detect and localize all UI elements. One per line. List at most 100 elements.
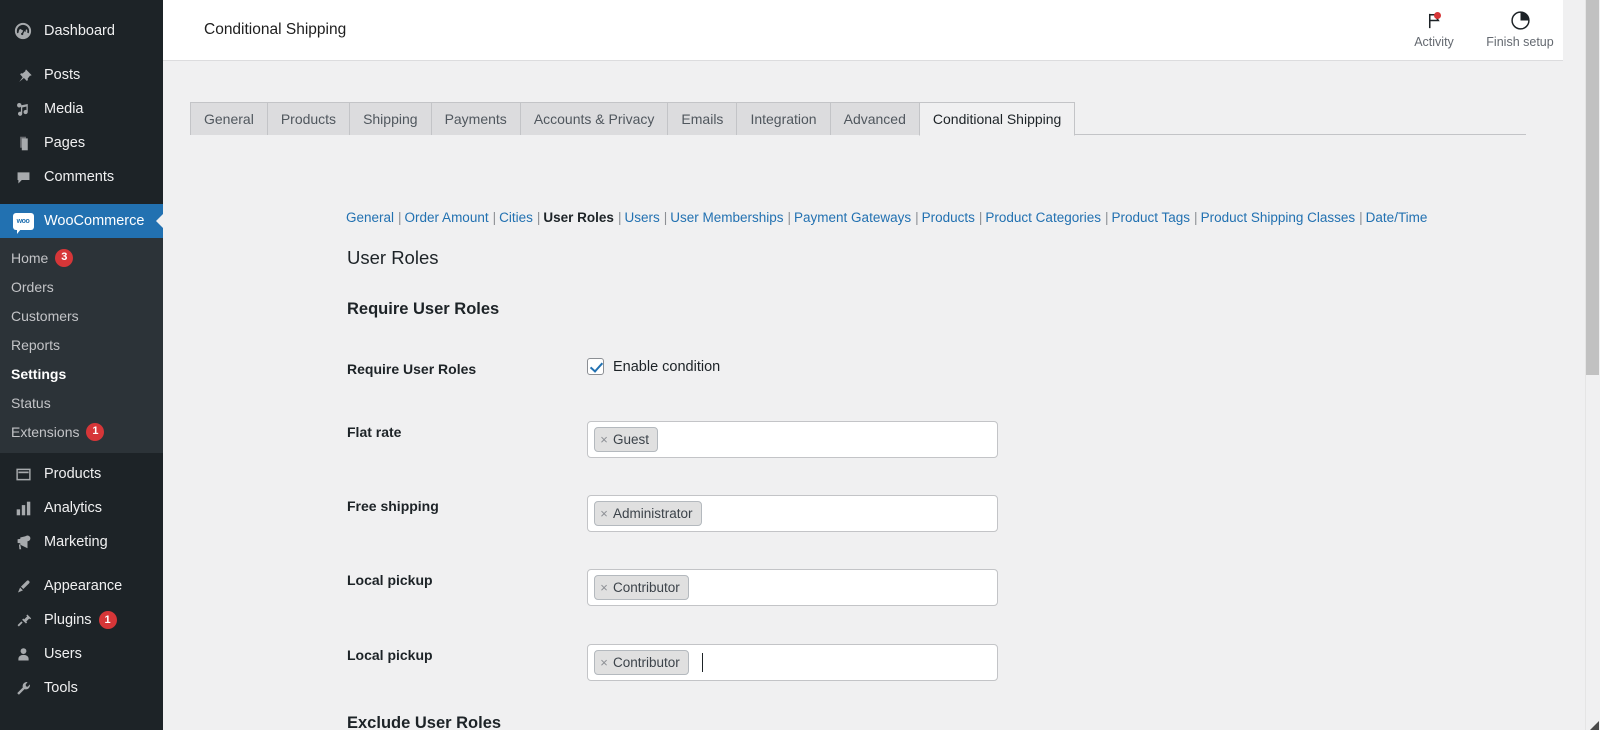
- woocommerce-icon: woo: [11, 211, 35, 234]
- submenu-item-label: Home: [11, 249, 49, 266]
- sidebar-divider: [0, 48, 163, 58]
- tag-label: Guest: [613, 432, 650, 447]
- subnav-separator: |: [617, 210, 622, 225]
- subnav-separator: |: [398, 210, 402, 225]
- submenu-item-home[interactable]: Home 3: [0, 243, 163, 272]
- submenu-item-label: Extensions: [11, 423, 80, 440]
- submenu-item-label: Customers: [11, 307, 79, 324]
- selected-role-tag[interactable]: × Guest: [594, 427, 659, 452]
- flag-icon: [1425, 7, 1444, 33]
- sidebar-item-users[interactable]: Users: [0, 637, 163, 671]
- selected-role-tag[interactable]: × Administrator: [594, 501, 702, 526]
- sidebar-item-appearance[interactable]: Appearance: [0, 569, 163, 603]
- sidebar-item-label: Pages: [44, 135, 86, 151]
- subnav-separator: |: [536, 210, 541, 225]
- subnav-cities[interactable]: Cities: [499, 210, 533, 225]
- sidebar-item-products[interactable]: Products: [0, 457, 163, 491]
- sidebar-item-media[interactable]: Media: [0, 92, 163, 126]
- method-label-free-shipping: Free shipping: [347, 498, 439, 514]
- selected-role-tag[interactable]: × Contributor: [594, 650, 689, 675]
- tab-conditional-shipping[interactable]: Conditional Shipping: [918, 102, 1076, 136]
- subnav-product-categories[interactable]: Product Categories: [985, 210, 1101, 225]
- subnav-user-roles[interactable]: User Roles: [543, 210, 614, 225]
- subnav-order-amount[interactable]: Order Amount: [405, 210, 489, 225]
- remove-tag-icon[interactable]: ×: [595, 655, 613, 670]
- shipping-method-row: Local pickup × Contributor: [347, 644, 1247, 681]
- scrollbar-thumb[interactable]: [1586, 0, 1599, 375]
- sidebar-item-plugins[interactable]: Plugins 1: [0, 603, 163, 637]
- sidebar-item-marketing[interactable]: Marketing: [0, 525, 163, 559]
- method-label-local-pickup-1: Local pickup: [347, 572, 433, 588]
- tab-general[interactable]: General: [190, 102, 267, 135]
- section-page-title: User Roles: [347, 247, 439, 268]
- subnav-product-shipping-classes[interactable]: Product Shipping Classes: [1201, 210, 1356, 225]
- subnav-users[interactable]: Users: [624, 210, 659, 225]
- subnav-general[interactable]: General: [346, 210, 394, 225]
- tag-label: Contributor: [613, 655, 680, 670]
- finish-setup-button[interactable]: Finish setup: [1477, 7, 1563, 49]
- selected-role-tag[interactable]: × Contributor: [594, 575, 689, 600]
- submenu-item-customers[interactable]: Customers: [0, 301, 163, 330]
- sidebar-item-label: Analytics: [44, 500, 103, 516]
- tab-emails[interactable]: Emails: [667, 102, 737, 135]
- enable-condition-checkbox[interactable]: [587, 358, 604, 375]
- sidebar-item-label: Appearance: [44, 578, 123, 594]
- shipping-method-row: Free shipping × Administrator: [347, 495, 1247, 532]
- sidebar-item-posts[interactable]: Posts: [0, 58, 163, 92]
- media-icon: [11, 99, 35, 119]
- user-roles-select-local-pickup-1[interactable]: × Contributor: [587, 569, 998, 606]
- user-roles-select-local-pickup-2[interactable]: × Contributor: [587, 644, 998, 681]
- subnav-products[interactable]: Products: [922, 210, 975, 225]
- subnav-payment-gateways[interactable]: Payment Gateways: [794, 210, 911, 225]
- tools-icon: [11, 678, 35, 698]
- sidebar-item-label: Marketing: [44, 534, 108, 550]
- sidebar-item-analytics[interactable]: Analytics: [0, 491, 163, 525]
- remove-tag-icon[interactable]: ×: [595, 580, 613, 595]
- home-badge: 3: [55, 248, 74, 267]
- subnav-separator: |: [915, 210, 919, 225]
- submenu-item-orders[interactable]: Orders: [0, 272, 163, 301]
- tab-accounts-privacy[interactable]: Accounts & Privacy: [519, 102, 668, 135]
- tab-advanced[interactable]: Advanced: [829, 102, 919, 135]
- sidebar-divider: [0, 194, 163, 204]
- subnav-separator: |: [492, 210, 497, 225]
- tab-integration[interactable]: Integration: [736, 102, 830, 135]
- submenu-item-extensions[interactable]: Extensions 1: [0, 417, 163, 446]
- user-roles-select-flat-rate[interactable]: × Guest: [587, 421, 998, 458]
- submenu-item-status[interactable]: Status: [0, 388, 163, 417]
- tab-payments[interactable]: Payments: [430, 102, 520, 135]
- subnav-separator: |: [978, 210, 983, 225]
- users-icon: [11, 644, 35, 664]
- page-scrollbar[interactable]: [1585, 0, 1600, 730]
- subnav-date-time[interactable]: Date/Time: [1366, 210, 1428, 225]
- remove-tag-icon[interactable]: ×: [595, 432, 613, 447]
- enable-condition-label[interactable]: Enable condition: [613, 359, 720, 375]
- enable-condition-control[interactable]: Enable condition: [587, 358, 720, 375]
- tab-products[interactable]: Products: [266, 102, 350, 135]
- remove-tag-icon[interactable]: ×: [595, 506, 613, 521]
- method-label-local-pickup-2: Local pickup: [347, 647, 433, 663]
- user-roles-select-free-shipping[interactable]: × Administrator: [587, 495, 998, 532]
- subnav-product-tags[interactable]: Product Tags: [1111, 210, 1190, 225]
- sidebar-item-woocommerce[interactable]: woo WooCommerce: [0, 204, 163, 238]
- screen: Dashboard Posts Media Pages Comments woo…: [0, 0, 1600, 730]
- plugins-icon: [11, 610, 35, 630]
- sidebar-item-dashboard[interactable]: Dashboard: [0, 14, 163, 48]
- sidebar-item-pages[interactable]: Pages: [0, 126, 163, 160]
- sidebar-item-label: Dashboard: [44, 23, 115, 39]
- activity-button[interactable]: Activity: [1391, 7, 1477, 49]
- subnav-separator: |: [663, 210, 668, 225]
- sidebar-item-label: Users: [44, 646, 82, 662]
- require-user-roles-heading: Require User Roles: [347, 300, 500, 318]
- submenu-item-settings[interactable]: Settings: [0, 359, 163, 388]
- sidebar-item-comments[interactable]: Comments: [0, 160, 163, 194]
- subnav-user-memberships[interactable]: User Memberships: [670, 210, 783, 225]
- submenu-item-label: Reports: [11, 336, 61, 353]
- subnav-separator: |: [1104, 210, 1109, 225]
- submenu-item-label: Orders: [11, 278, 54, 295]
- submenu-item-reports[interactable]: Reports: [0, 330, 163, 359]
- sidebar-item-label: Tools: [44, 680, 78, 696]
- tab-shipping[interactable]: Shipping: [349, 102, 431, 135]
- subnav-separator: |: [1194, 210, 1198, 225]
- sidebar-item-tools[interactable]: Tools: [0, 671, 163, 705]
